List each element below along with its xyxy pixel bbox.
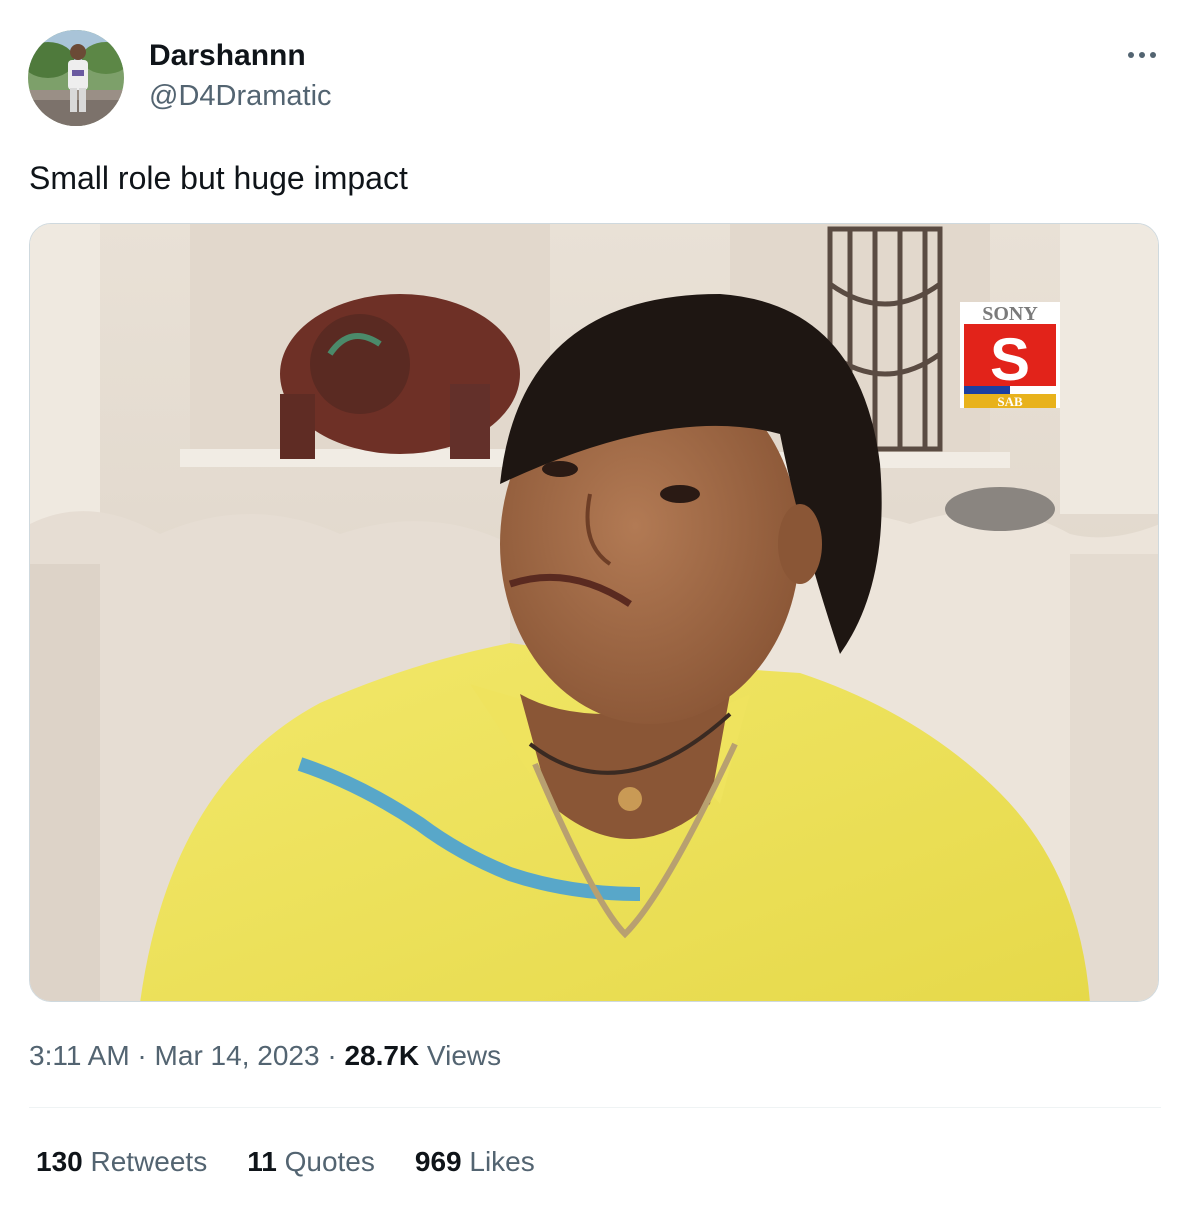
- tweet-media[interactable]: SONY S SAB: [29, 223, 1159, 1002]
- views-label: Views: [419, 1040, 502, 1071]
- views-count: 28.7K: [344, 1040, 420, 1071]
- tweet-text: Small role but huge impact: [29, 160, 408, 196]
- tweet-photo: SONY S SAB: [30, 224, 1158, 1001]
- retweets-label: Retweets: [82, 1146, 208, 1177]
- likes-count: 969: [414, 1146, 462, 1177]
- likes-label: Likes: [461, 1146, 535, 1177]
- logo-bottom-text: SAB: [997, 394, 1023, 409]
- avatar[interactable]: [28, 30, 124, 126]
- tweet-meta: 3:11 AM · Mar 14, 2023 · 28.7K Views: [29, 1036, 501, 1076]
- logo-top-text: SONY: [982, 303, 1038, 325]
- tweet-date[interactable]: Mar 14, 2023: [155, 1040, 320, 1071]
- author-handle[interactable]: @D4Dramatic: [149, 78, 332, 114]
- avatar-image: [28, 30, 124, 126]
- meta-separator-2: ·: [319, 1040, 345, 1071]
- retweets-count: 130: [36, 1146, 83, 1177]
- tweet-card: Darshannn @D4Dramatic Small role but hug…: [0, 0, 1188, 1212]
- quotes-label: Quotes: [276, 1146, 375, 1177]
- more-options-button[interactable]: [1120, 38, 1164, 72]
- author-display-name[interactable]: Darshannn: [149, 38, 306, 74]
- channel-logo: SONY S SAB: [960, 302, 1060, 409]
- divider: [29, 1107, 1161, 1108]
- likes-stat[interactable]: 969 Likes: [415, 1142, 535, 1182]
- tweet-stats: 130 Retweets 11 Quotes 969 Likes: [36, 1142, 535, 1182]
- more-icon: [1128, 52, 1156, 58]
- quotes-count: 11: [247, 1146, 277, 1177]
- logo-letter: S: [990, 326, 1030, 393]
- retweets-stat[interactable]: 130 Retweets: [36, 1142, 207, 1182]
- meta-separator: ·: [129, 1040, 155, 1071]
- tweet-time[interactable]: 3:11 AM: [29, 1040, 130, 1071]
- quotes-stat[interactable]: 11 Quotes: [247, 1142, 375, 1182]
